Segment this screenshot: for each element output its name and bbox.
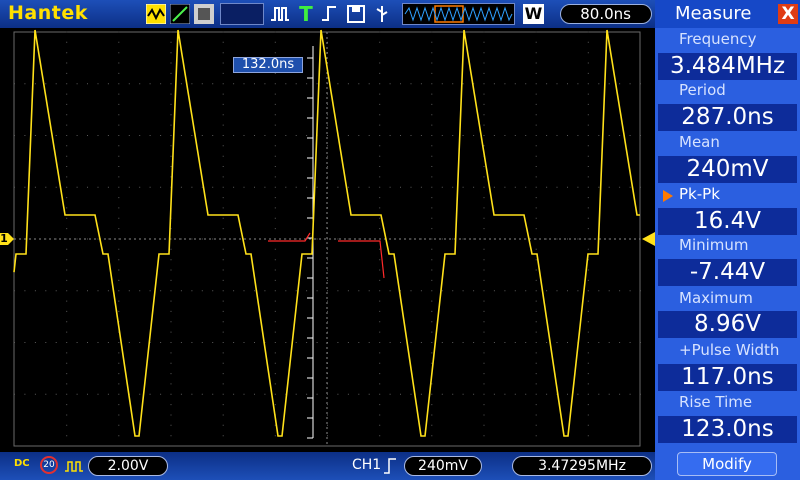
measure-label-period: Period bbox=[679, 81, 726, 99]
waveform-graticule bbox=[0, 29, 655, 447]
ch1-marker-label: 1 bbox=[0, 232, 8, 245]
measure-value-pk-pk[interactable]: 16.4V bbox=[658, 208, 797, 235]
rising-edge-icon[interactable] bbox=[383, 458, 397, 474]
measure-label-pulse-width: +Pulse Width bbox=[679, 341, 780, 359]
measure-value-maximum[interactable]: 8.96V bbox=[658, 311, 797, 338]
trigger-source-label[interactable]: CH1 bbox=[352, 457, 381, 473]
usb-icon[interactable] bbox=[372, 4, 392, 24]
top-toolbar: Hantek T W 80.0ns bbox=[0, 0, 655, 28]
modify-button[interactable]: Modify bbox=[677, 452, 777, 476]
trigger-t-icon[interactable]: T bbox=[296, 4, 316, 24]
measure-label-minimum: Minimum bbox=[679, 236, 749, 254]
probe-icon[interactable] bbox=[64, 459, 84, 473]
trigger-level-display[interactable]: 240mV bbox=[404, 456, 482, 476]
pulse-trigger-icon[interactable] bbox=[270, 4, 290, 24]
memory-overview-bar[interactable] bbox=[402, 3, 515, 25]
close-button[interactable]: X bbox=[778, 4, 798, 24]
measure-label-mean: Mean bbox=[679, 133, 720, 151]
measure-label-rise-time: Rise Time bbox=[679, 393, 753, 411]
brand-logo: Hantek bbox=[8, 2, 88, 24]
measure-label-pk-pk: Pk-Pk bbox=[679, 185, 720, 203]
window-mode-icon[interactable]: W bbox=[523, 4, 544, 24]
measure-panel: Measure X Frequency 3.484MHz Period 287.… bbox=[655, 0, 800, 480]
measure-panel-title: Measure bbox=[675, 3, 752, 24]
measure-value-pulse-width[interactable]: 117.0ns bbox=[658, 364, 797, 391]
trigger-edge-icon[interactable] bbox=[320, 4, 340, 24]
selected-item-arrow-icon bbox=[663, 190, 673, 202]
measure-label-maximum: Maximum bbox=[679, 289, 753, 307]
measure-value-period[interactable]: 287.0ns bbox=[658, 104, 797, 131]
ch1-volts-div[interactable]: 2.00V bbox=[88, 456, 168, 476]
waveform-display[interactable]: 1 132.0ns bbox=[0, 28, 655, 452]
trigger-level-marker bbox=[642, 232, 655, 246]
frequency-counter-display: 3.47295MHz bbox=[512, 456, 652, 476]
save-icon[interactable] bbox=[346, 4, 366, 24]
timebase-display[interactable]: 80.0ns bbox=[560, 4, 652, 24]
measure-panel-header: Measure X bbox=[655, 0, 800, 28]
coupling-label[interactable]: DC bbox=[14, 458, 30, 469]
measure-highlight-left bbox=[268, 232, 311, 242]
memory-overview-waveform bbox=[404, 5, 513, 23]
run-mode-icon[interactable] bbox=[146, 4, 166, 24]
measure-highlight-right bbox=[338, 240, 385, 279]
measure-label-frequency: Frequency bbox=[679, 30, 757, 48]
bandwidth-limit-icon[interactable]: 20 bbox=[40, 456, 58, 474]
measure-value-frequency[interactable]: 3.484MHz bbox=[658, 53, 797, 80]
measure-value-minimum[interactable]: -7.44V bbox=[658, 259, 797, 286]
measure-value-rise-time[interactable]: 123.0ns bbox=[658, 416, 797, 443]
ch-info-box bbox=[220, 3, 264, 25]
measure-value-mean[interactable]: 240mV bbox=[658, 156, 797, 183]
display-icon[interactable] bbox=[194, 4, 214, 24]
trigger-time-label: 132.0ns bbox=[233, 57, 303, 73]
bottom-status-bar: DC 20 2.00V CH1 240mV 3.47295MHz bbox=[0, 452, 655, 480]
cursor-icon[interactable] bbox=[170, 4, 190, 24]
